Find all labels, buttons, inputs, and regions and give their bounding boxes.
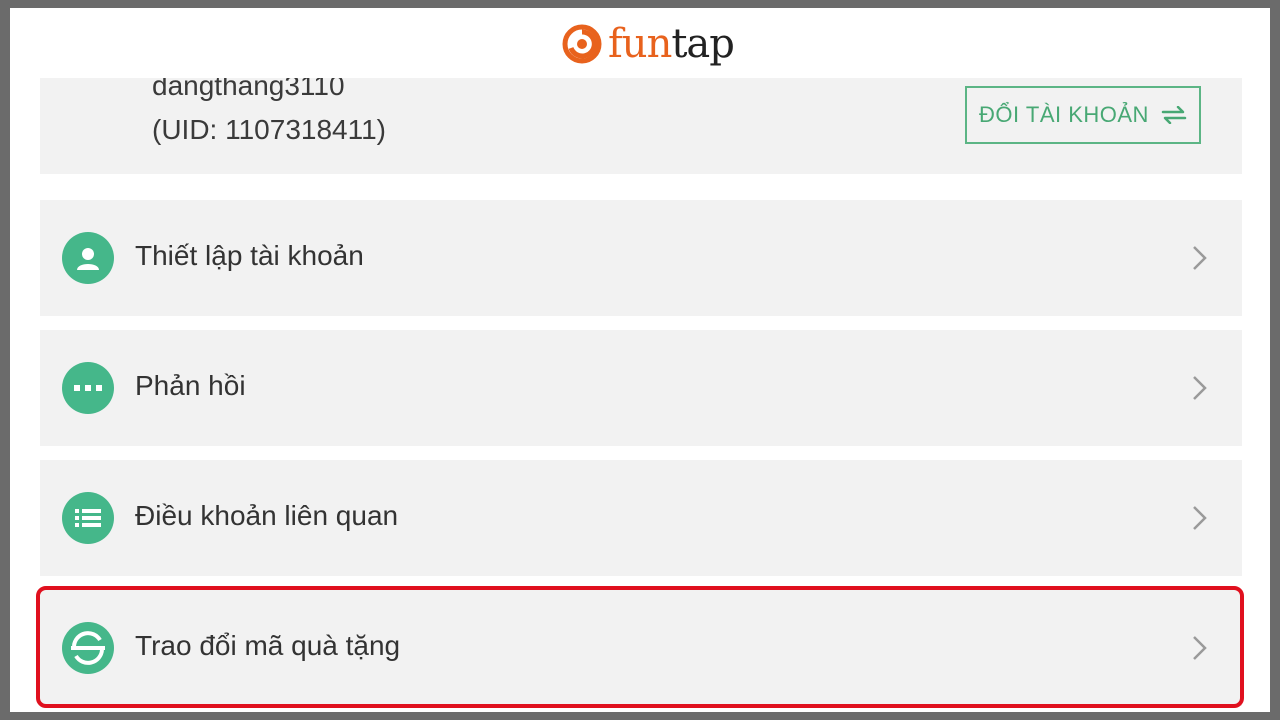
- funtap-logo: funtap: [562, 16, 735, 72]
- chat-dots-icon: [62, 362, 114, 414]
- chevron-right-icon: [1193, 376, 1207, 400]
- menu-item-terms[interactable]: Điều khoản liên quan: [40, 460, 1242, 576]
- menu-item-label: Thiết lập tài khoản: [135, 240, 364, 271]
- menu-item-feedback[interactable]: Phản hồi: [40, 330, 1242, 446]
- menu-item-label: Phản hồi: [135, 370, 246, 401]
- app-screen: funtap dangthang3110 (UID: 1107318411) Đ…: [10, 8, 1270, 712]
- menu-item-account-settings[interactable]: Thiết lập tài khoản: [40, 200, 1242, 316]
- switch-account-button[interactable]: ĐỔI TÀI KHOẢN: [965, 86, 1201, 144]
- funtap-swirl-icon: [562, 24, 602, 64]
- switch-account-label: ĐỔI TÀI KHOẢN: [979, 102, 1149, 127]
- menu-item-label: Trao đổi mã quà tặng: [135, 630, 401, 661]
- account-username: dangthang3110: [152, 78, 345, 101]
- logo-text: funtap: [608, 21, 735, 67]
- account-card: dangthang3110 (UID: 1107318411) ĐỔI TÀI …: [40, 78, 1242, 174]
- chevron-right-icon: [1193, 246, 1207, 270]
- menu-item-label: Điều khoản liên quan: [135, 500, 399, 531]
- list-icon: [62, 492, 114, 544]
- logo-text-fun: fun: [608, 21, 672, 67]
- chevron-right-icon: [1193, 636, 1207, 660]
- exchange-icon: [62, 622, 114, 674]
- logo-text-tap: tap: [671, 21, 735, 67]
- swap-arrows-icon: [1161, 106, 1187, 124]
- chevron-right-icon: [1193, 506, 1207, 530]
- user-icon: [62, 232, 114, 284]
- menu-item-redeem-gift-code[interactable]: Trao đổi mã quà tặng: [40, 590, 1242, 706]
- account-uid: (UID: 1107318411): [152, 114, 386, 145]
